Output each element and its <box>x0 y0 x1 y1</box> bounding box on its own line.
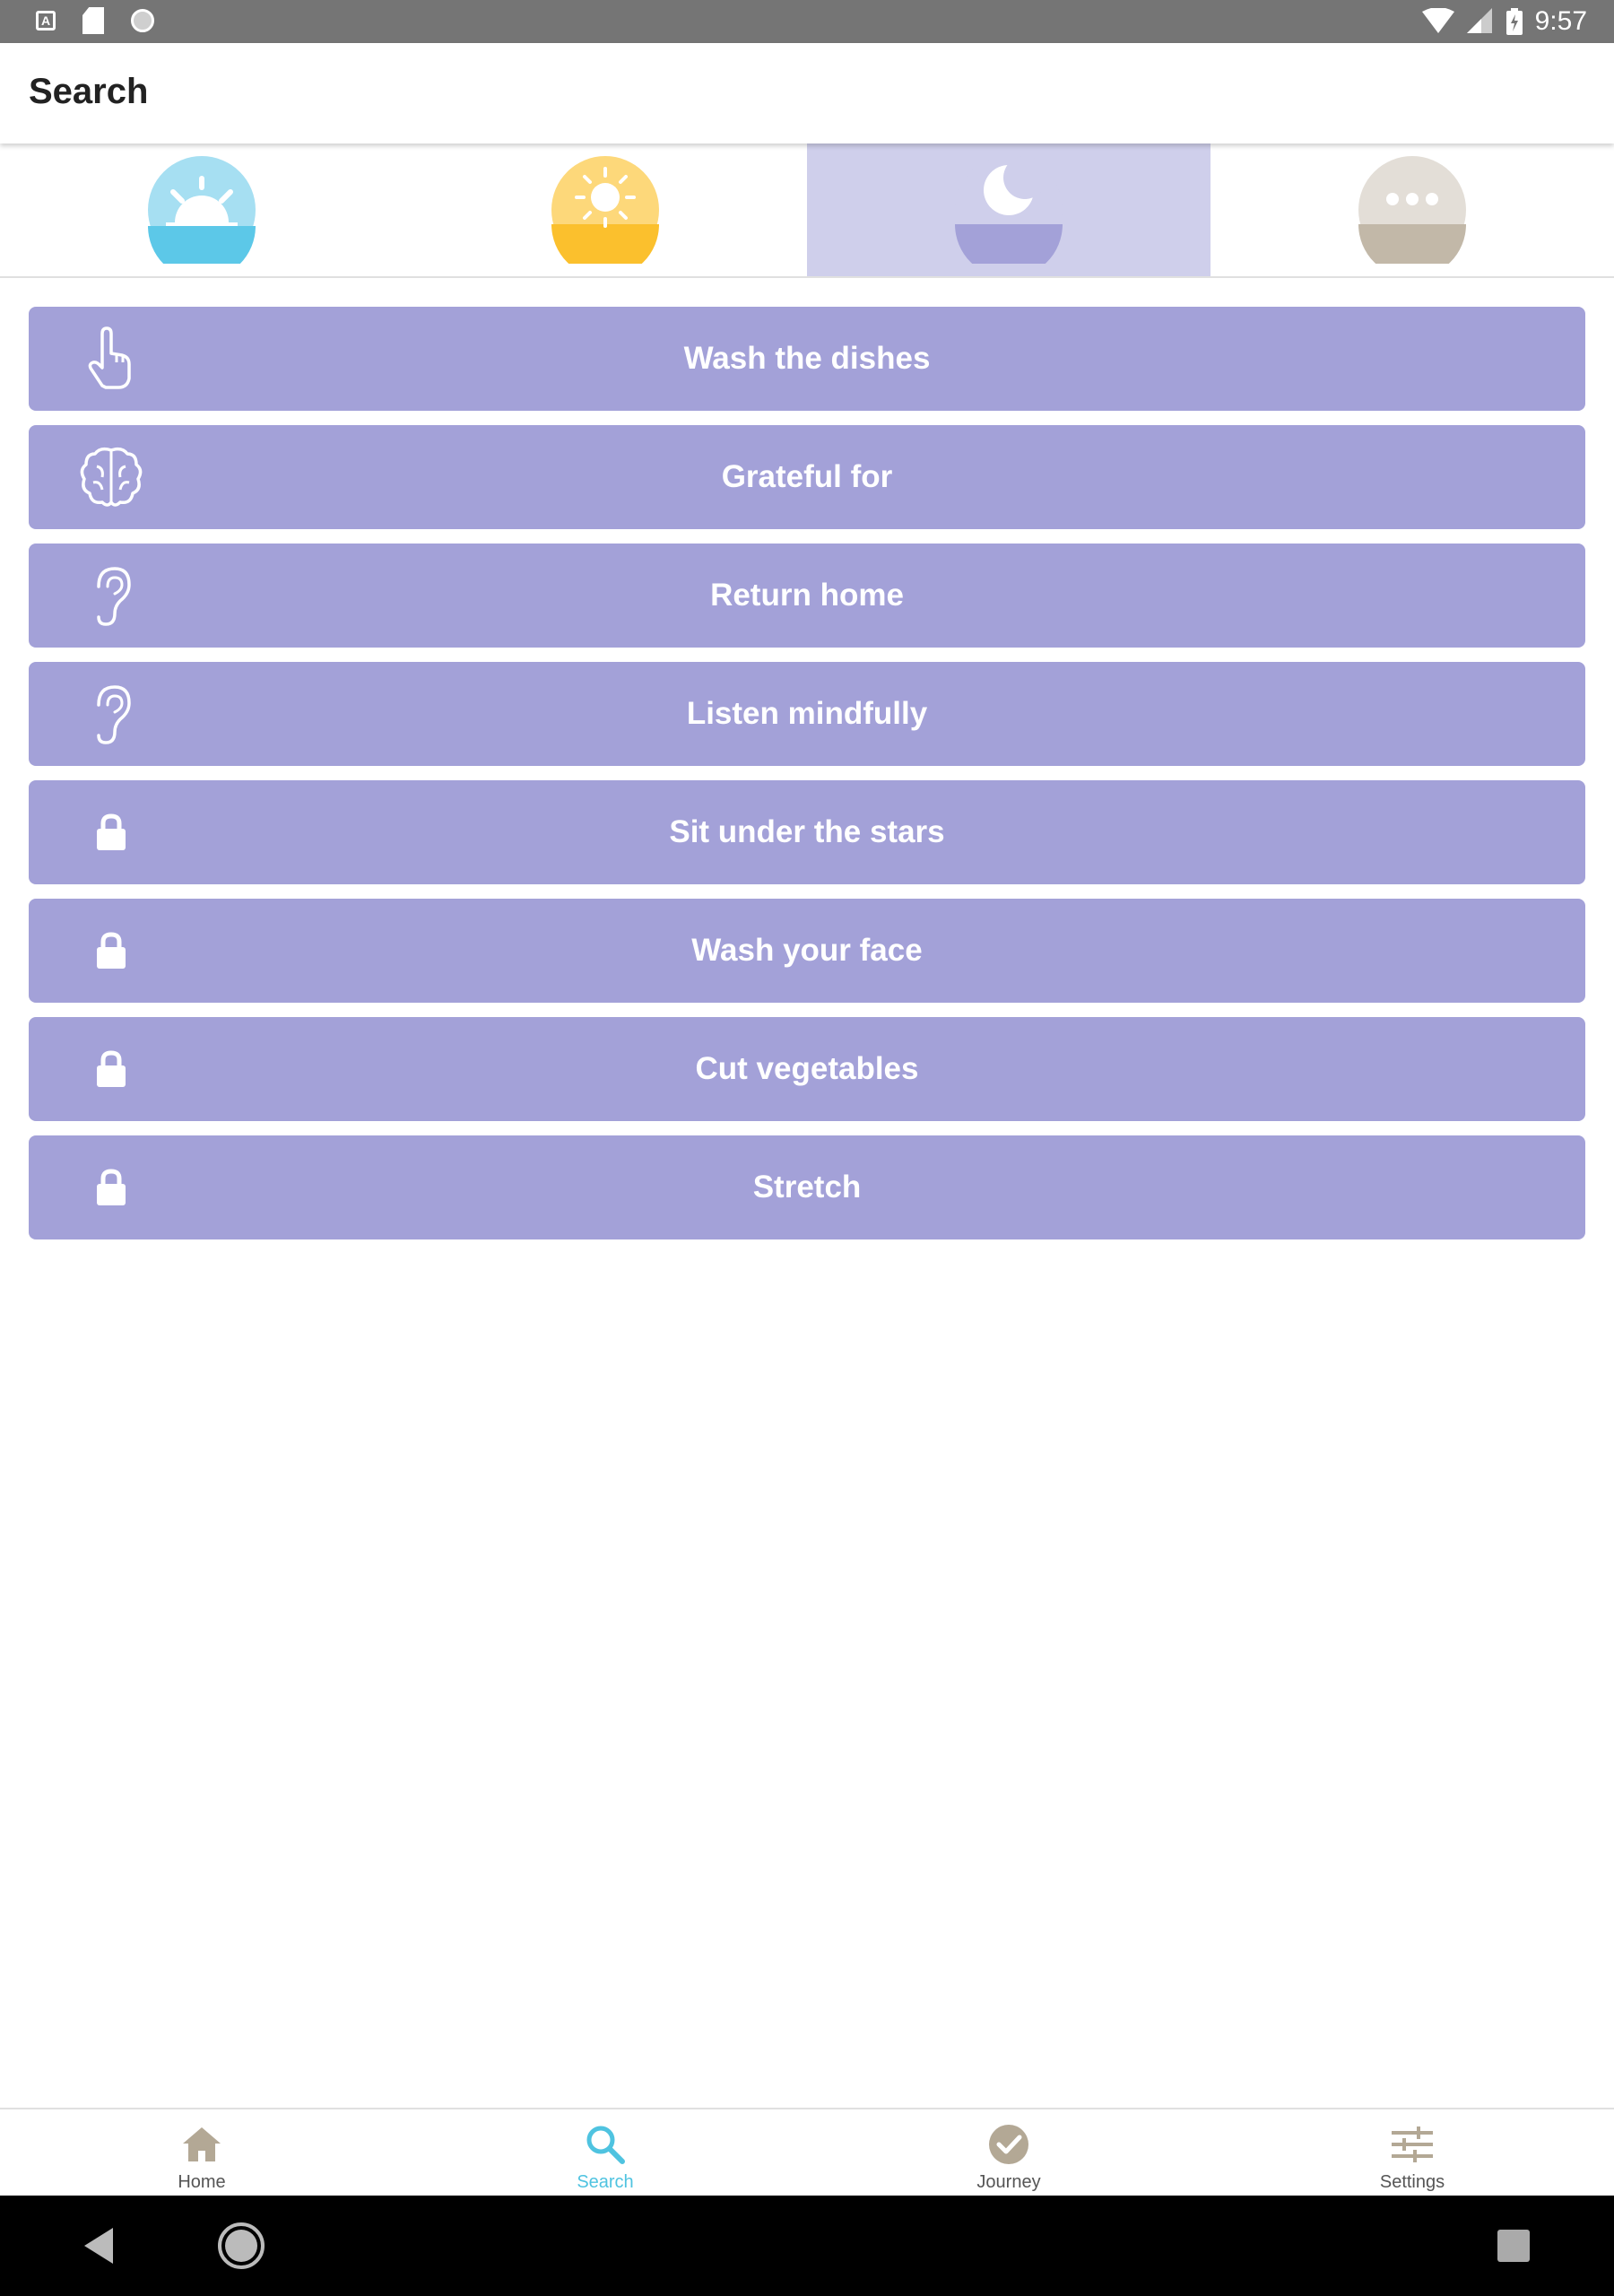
nav-label: Journey <box>976 2172 1041 2192</box>
sun-icon <box>551 156 659 264</box>
activity-label: Return home <box>710 578 904 613</box>
lock-icon <box>75 796 147 868</box>
tab-night[interactable] <box>807 144 1210 276</box>
ear-icon <box>75 560 147 631</box>
activity-list: Wash the dishes Grateful for Return home… <box>29 307 1585 1254</box>
nav-label: Settings <box>1379 2172 1445 2192</box>
sd-card-icon <box>82 7 104 34</box>
nav-home[interactable]: Home <box>0 2109 404 2196</box>
status-left-icons: A <box>36 7 154 34</box>
back-icon[interactable] <box>81 2226 117 2266</box>
status-right-icons: 9:57 <box>1421 0 1587 43</box>
search-icon <box>586 2126 625 2164</box>
activity-label: Listen mindfully <box>686 696 928 731</box>
circle-icon <box>131 9 154 32</box>
activity-wash-the-dishes[interactable]: Wash the dishes <box>29 307 1585 411</box>
nav-journey[interactable]: Journey <box>807 2109 1210 2196</box>
tab-sunrise[interactable] <box>0 144 404 276</box>
brain-icon <box>75 441 147 513</box>
check-circle-icon <box>989 2125 1028 2164</box>
bottom-navigation: Home Search Journey Settings <box>0 2108 1614 2196</box>
activity-label: Wash your face <box>691 933 923 968</box>
status-time: 9:57 <box>1534 6 1587 36</box>
sunrise-icon <box>148 156 256 264</box>
more-icon <box>1358 156 1466 264</box>
home-icon <box>183 2127 221 2161</box>
activity-wash-your-face[interactable]: Wash your face <box>29 899 1585 1003</box>
activity-sit-under-the-stars[interactable]: Sit under the stars <box>29 780 1585 884</box>
lock-icon <box>75 1152 147 1223</box>
activity-label: Cut vegetables <box>695 1051 919 1086</box>
activity-label: Sit under the stars <box>669 814 945 849</box>
activity-label: Grateful for <box>721 459 893 494</box>
ear-icon <box>75 678 147 750</box>
nav-label: Home <box>178 2172 226 2192</box>
sliders-icon <box>1392 2126 1433 2162</box>
recent-apps-button[interactable] <box>1497 2230 1530 2262</box>
tab-other[interactable] <box>1210 144 1614 276</box>
activity-label: Stretch <box>752 1170 862 1205</box>
hand-pointer-icon <box>75 323 147 395</box>
nav-search[interactable]: Search <box>404 2109 807 2196</box>
moon-icon <box>955 156 1063 264</box>
activity-listen-mindfully[interactable]: Listen mindfully <box>29 662 1585 766</box>
status-bar: A 9:57 <box>0 0 1614 43</box>
tab-midday[interactable] <box>404 144 807 276</box>
activity-stretch[interactable]: Stretch <box>29 1135 1585 1239</box>
nav-settings[interactable]: Settings <box>1210 2109 1614 2196</box>
app-bar: Search <box>0 43 1614 144</box>
time-of-day-tabs <box>0 144 1614 278</box>
nav-label: Search <box>577 2172 634 2192</box>
activity-grateful-for[interactable]: Grateful for <box>29 425 1585 529</box>
lock-icon <box>75 915 147 987</box>
keyboard-a-icon: A <box>36 11 56 30</box>
screen: A 9:57 Search Wash the dishes Grateful f… <box>0 0 1614 2296</box>
wifi-icon <box>1421 8 1454 33</box>
lock-icon <box>75 1033 147 1105</box>
system-navigation-bar <box>0 2196 1614 2296</box>
battery-icon <box>1506 8 1523 35</box>
activity-cut-vegetables[interactable]: Cut vegetables <box>29 1017 1585 1121</box>
signal-icon <box>1466 8 1492 33</box>
home-button-dot <box>225 2230 257 2262</box>
page-title: Search <box>29 72 149 111</box>
activity-return-home[interactable]: Return home <box>29 544 1585 648</box>
home-button[interactable] <box>218 2222 265 2269</box>
activity-label: Wash the dishes <box>683 341 931 376</box>
